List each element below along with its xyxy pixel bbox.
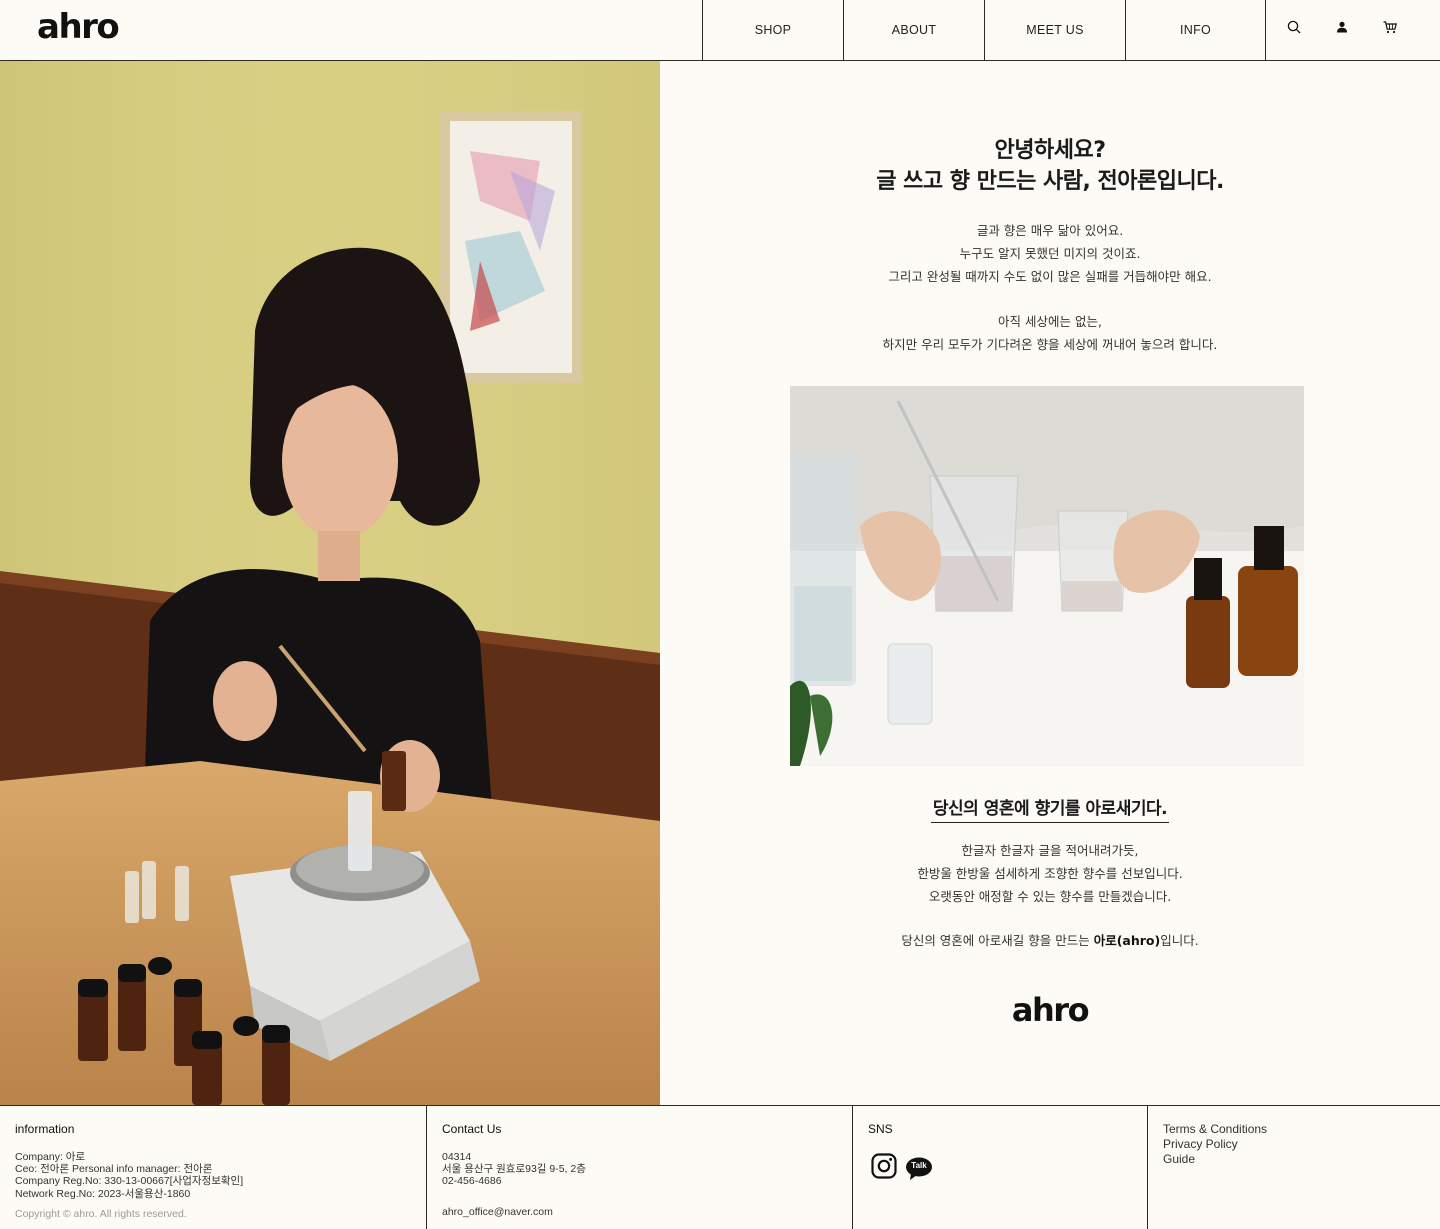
text-line: 오랫동안 애정할 수 있는 향수를 만들겠습니다.	[928, 889, 1172, 904]
text-line: 그리고 완성될 때까지 수도 없이 많은 실패를 거듭해야만 해요.	[888, 269, 1212, 284]
search-icon[interactable]	[1285, 18, 1303, 36]
cart-icon[interactable]	[1381, 18, 1399, 36]
headline-line-1: 안녕하세요?	[994, 138, 1106, 163]
nav-item-info[interactable]: INFO	[1125, 0, 1266, 60]
instagram-icon[interactable]	[871, 1153, 897, 1184]
sns-icons: Talk	[871, 1153, 933, 1184]
headline-line-2: 글 쓰고 향 만드는 사람, 전아론입니다.	[876, 169, 1224, 194]
network-reg-no: Network Reg.No: 2023-서울용산-1860	[15, 1187, 191, 1200]
footer-information: information Company: 아로 Ceo: 전아론 Persona…	[0, 1106, 426, 1229]
email-link[interactable]: ahro_office@naver.com	[442, 1206, 553, 1218]
mission-heading-text: 당신의 영혼에 향기를 아로새기다.	[930, 794, 1170, 823]
privacy-policy-link[interactable]: Privacy Policy	[1163, 1137, 1267, 1152]
policy-links: Terms & Conditions Privacy Policy Guide	[1163, 1122, 1267, 1168]
text-line: 하지만 우리 모두가 기다려온 향을 세상에 꺼내어 놓으려 합니다.	[882, 337, 1218, 352]
footer-sns: SNS Talk	[852, 1106, 1147, 1229]
company-reg-no[interactable]: Company Reg.No: 330-13-00667[사업자정보확인]	[15, 1175, 243, 1187]
kakaotalk-icon[interactable]: Talk	[905, 1157, 933, 1181]
nav-item-meet-us[interactable]: MEET US	[984, 0, 1125, 60]
intro-headline: 안녕하세요? 글 쓰고 향 만드는 사람, 전아론입니다.	[660, 135, 1440, 197]
footer-contact-title: Contact Us	[442, 1122, 502, 1136]
brand-logo-bottom: ahro	[1011, 991, 1090, 1029]
lab-photo	[790, 386, 1304, 766]
contact-info: 04314 서울 용산구 원효로93길 9-5, 2층 02-456-4686	[442, 1151, 586, 1188]
text-line: 아직 세상에는 없는,	[998, 314, 1102, 329]
guide-link[interactable]: Guide	[1163, 1152, 1267, 1167]
nav-item-shop[interactable]: SHOP	[702, 0, 843, 60]
perfumer-photo	[0, 61, 660, 1105]
address: 서울 용산구 원효로93길 9-5, 2층	[442, 1163, 586, 1176]
ceo-info: Ceo: 전아론 Personal info manager: 전아론	[15, 1163, 213, 1176]
terms-link[interactable]: Terms & Conditions	[1163, 1122, 1267, 1137]
mission-closing: 당신의 영혼에 아로새길 향을 만드는 아로(ahro)입니다.	[660, 929, 1440, 952]
intro-paragraph-1: 글과 향은 매우 닮아 있어요. 누구도 알지 못했던 미지의 것이죠. 그리고…	[660, 219, 1440, 288]
footer-sns-title: SNS	[868, 1122, 893, 1136]
site-header: ahro SHOP ABOUT MEET US INFO	[0, 0, 1440, 61]
text-line: 누구도 알지 못했던 미지의 것이죠.	[959, 246, 1141, 261]
about-content: 안녕하세요? 글 쓰고 향 만드는 사람, 전아론입니다. 글과 향은 매우 닮…	[660, 61, 1440, 1105]
company-info: Company: 아로 Ceo: 전아론 Personal info manag…	[15, 1151, 243, 1200]
text-line: 한글자 한글자 글을 적어내려가듯,	[961, 843, 1139, 858]
text-line: 한방울 한방울 섬세하게 조향한 향수를 선보입니다.	[917, 866, 1183, 881]
mission-heading: 당신의 영혼에 향기를 아로새기다.	[660, 794, 1440, 823]
main-nav: SHOP ABOUT MEET US INFO	[702, 0, 1266, 60]
intro-paragraph-2: 아직 세상에는 없는, 하지만 우리 모두가 기다려온 향을 세상에 꺼내어 놓…	[660, 310, 1440, 356]
phone-number: 02-456-4686	[442, 1175, 502, 1188]
footer-information-title: information	[15, 1122, 75, 1136]
header-icons	[1268, 0, 1440, 60]
copyright: Copyright © ahro. All rights reserved.	[15, 1208, 187, 1220]
closing-brand: 아로(ahro)	[1093, 933, 1161, 948]
closing-prefix: 당신의 영혼에 아로새길 향을 만드는	[901, 933, 1094, 948]
site-footer: information Company: 아로 Ceo: 전아론 Persona…	[0, 1105, 1440, 1229]
brand-logo[interactable]: ahro	[37, 5, 120, 49]
closing-suffix: 입니다.	[1160, 933, 1199, 948]
kakaotalk-label: Talk	[911, 1160, 927, 1170]
nav-item-about[interactable]: ABOUT	[843, 0, 984, 60]
footer-links: Terms & Conditions Privacy Policy Guide	[1147, 1106, 1440, 1229]
company-name: Company: 아로	[15, 1151, 86, 1163]
text-line: 글과 향은 매우 닮아 있어요.	[976, 223, 1124, 238]
mission-paragraph: 한글자 한글자 글을 적어내려가듯, 한방울 한방울 섬세하게 조향한 향수를 …	[660, 839, 1440, 908]
user-icon[interactable]	[1333, 18, 1351, 36]
footer-contact: Contact Us 04314 서울 용산구 원효로93길 9-5, 2층 0…	[426, 1106, 852, 1229]
postal-code: 04314	[442, 1151, 472, 1163]
